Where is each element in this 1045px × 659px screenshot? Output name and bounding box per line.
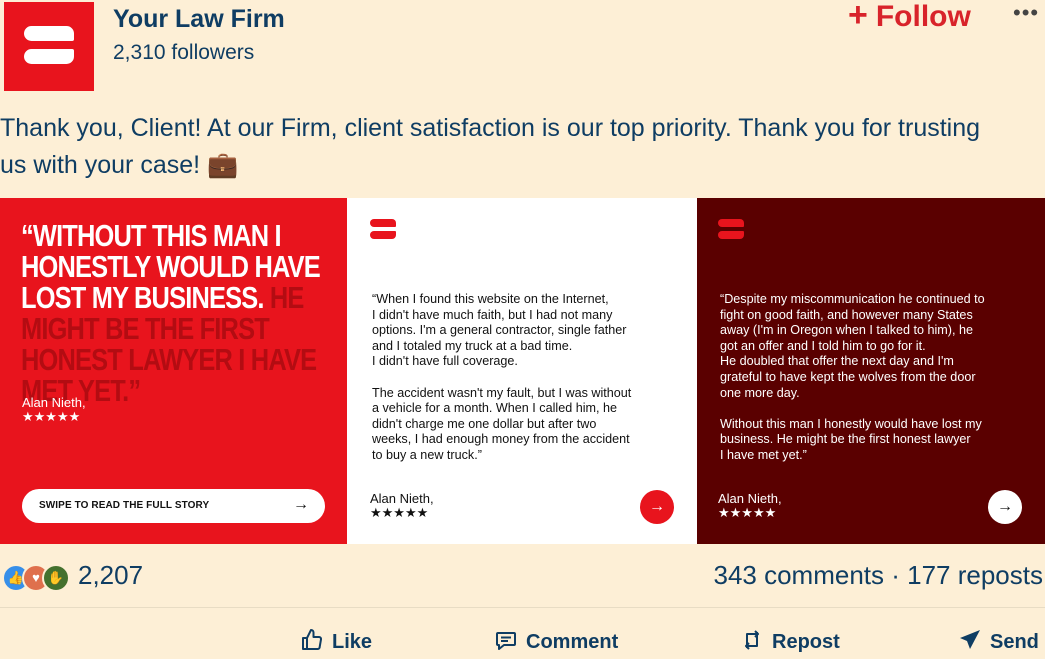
swipe-label: SWIPE TO READ THE FULL STORY	[39, 500, 210, 511]
brand-logo-icon	[370, 219, 396, 241]
stats-separator: ·	[884, 560, 908, 590]
carousel-card-3[interactable]: “Despite my miscommunication he continue…	[697, 198, 1045, 544]
author-name: Alan Nieth,	[370, 491, 434, 506]
follow-button[interactable]: + Follow	[848, 0, 971, 35]
carousel-card-2[interactable]: “When I found this website on the Intern…	[347, 198, 697, 544]
card-author: Alan Nieth, ★★★★★	[22, 396, 86, 424]
comment-icon	[496, 632, 516, 650]
post-stats: 343 comments · 177 reposts	[713, 560, 1043, 591]
post-header: Your Law Firm 2,310 followers + Follow ••…	[0, 0, 1045, 95]
testimonial-quote: “Despite my miscommunication he continue…	[720, 292, 985, 462]
comment-button[interactable]: Comment	[494, 628, 618, 654]
card-author: Alan Nieth, ★★★★★	[718, 492, 782, 520]
card-author: Alan Nieth, ★★★★★	[370, 492, 434, 520]
card-headline: “WITHOUT THIS MAN I HONESTLY WOULD HAVE …	[21, 220, 341, 406]
swipe-button[interactable]: SWIPE TO READ THE FULL STORY →	[22, 489, 325, 523]
logo-bar-top	[370, 219, 396, 227]
send-button[interactable]: Send	[958, 628, 1039, 654]
comments-count[interactable]: 343 comments	[713, 560, 884, 590]
logo-bar-top	[718, 219, 744, 227]
thumbs-up-icon	[302, 629, 322, 651]
logo-bar-bottom	[718, 231, 744, 239]
repost-label: Repost	[772, 631, 840, 653]
like-button[interactable]: Like	[300, 628, 372, 654]
more-options-icon[interactable]: •••	[1013, 0, 1039, 26]
reaction-count[interactable]: 2,207	[78, 560, 143, 591]
author-name: Alan Nieth,	[718, 491, 782, 506]
brand-logo-icon	[718, 219, 744, 241]
like-label: Like	[332, 631, 373, 653]
next-slide-button[interactable]: →	[988, 490, 1022, 524]
star-rating: ★★★★★	[22, 409, 81, 424]
logo-bar-bottom	[370, 231, 396, 239]
follow-label: Follow	[875, 0, 971, 33]
logo-bar-bottom	[24, 49, 74, 64]
company-name[interactable]: Your Law Firm	[113, 5, 285, 34]
post-text: Thank you, Client! At our Firm, client s…	[0, 114, 981, 179]
celebrate-reaction-icon: ✋	[42, 564, 70, 592]
comment-label: Comment	[526, 631, 619, 653]
testimonial-quote: “When I found this website on the Intern…	[372, 292, 632, 462]
arrow-right-icon: →	[293, 496, 309, 513]
star-rating: ★★★★★	[718, 505, 777, 520]
carousel-card-1[interactable]: “WITHOUT THIS MAN I HONESTLY WOULD HAVE …	[0, 198, 347, 544]
logo-bar-top	[24, 26, 74, 41]
repost-button[interactable]: Repost	[740, 628, 840, 654]
send-label: Send	[990, 631, 1039, 653]
plus-icon: +	[848, 0, 868, 34]
follower-count: 2,310 followers	[113, 41, 255, 64]
send-icon	[960, 630, 980, 649]
repost-icon	[745, 630, 759, 650]
image-carousel[interactable]: “WITHOUT THIS MAN I HONESTLY WOULD HAVE …	[0, 198, 1045, 544]
divider	[0, 607, 1045, 608]
star-rating: ★★★★★	[370, 505, 429, 520]
reposts-count[interactable]: 177 reposts	[907, 560, 1043, 590]
author-name: Alan Nieth,	[22, 395, 86, 410]
company-logo[interactable]	[4, 2, 94, 91]
next-slide-button[interactable]: →	[640, 490, 674, 524]
